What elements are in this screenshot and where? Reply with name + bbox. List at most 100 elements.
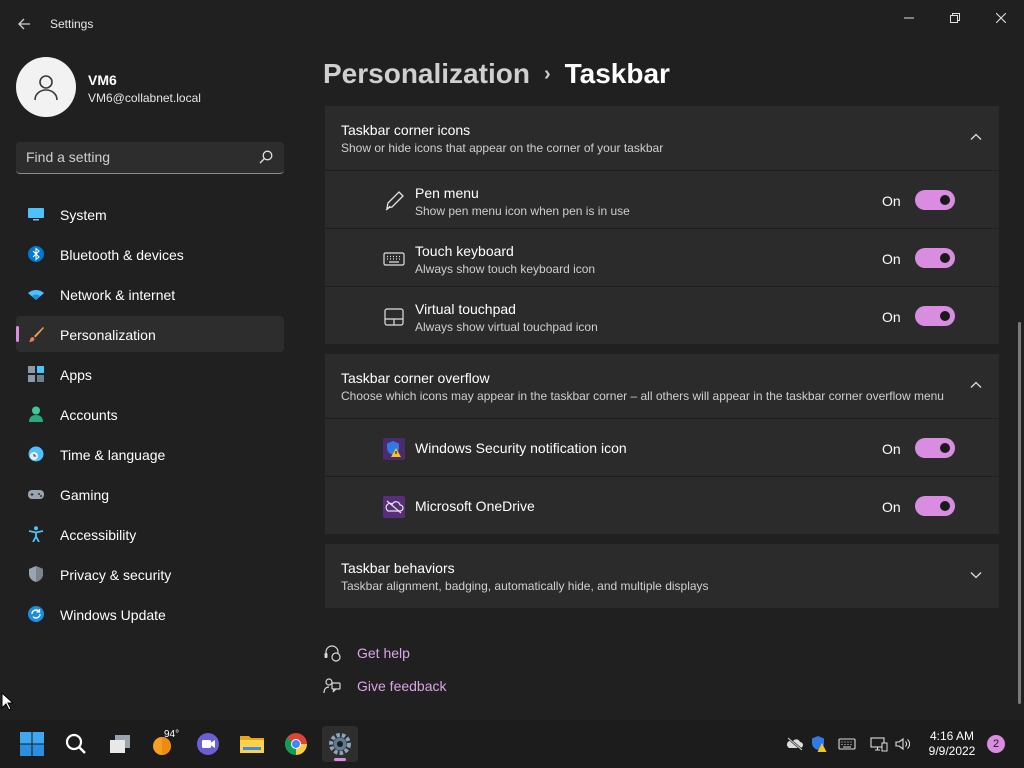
nav-label: Privacy & security (60, 567, 172, 583)
nav-item-accessibility[interactable]: Accessibility (16, 516, 284, 552)
behaviors-header[interactable]: Taskbar behaviors Taskbar alignment, bad… (325, 544, 999, 608)
setting-title: Pen menu (415, 185, 479, 201)
nav-label: Accounts (60, 407, 118, 423)
chevron-up-icon[interactable] (969, 130, 983, 144)
give-feedback-link[interactable]: Give feedback (323, 677, 447, 695)
back-button[interactable] (10, 10, 38, 38)
card-description: Taskbar alignment, badging, automaticall… (341, 579, 709, 593)
title-bar: Settings (0, 0, 1024, 48)
back-arrow-icon (18, 18, 30, 30)
settings-app-button[interactable] (322, 726, 358, 762)
nav-item-personalization[interactable]: Personalization (16, 316, 284, 352)
setting-description: Always show virtual touchpad icon (415, 320, 598, 334)
nav-label: Gaming (60, 487, 110, 503)
chevron-down-icon[interactable] (969, 568, 983, 582)
pen-icon (385, 191, 404, 211)
brush-icon (29, 327, 44, 342)
windows-security-toggle[interactable] (915, 438, 955, 458)
corner-icons-header[interactable]: Taskbar corner icons Show or hide icons … (325, 106, 999, 170)
pen-menu-toggle[interactable] (915, 190, 955, 210)
shield-icon (29, 566, 43, 582)
nav-label: Bluetooth & devices (60, 247, 184, 263)
keyboard-tray-icon[interactable] (838, 735, 856, 753)
windows-security-tray-icon[interactable] (810, 735, 828, 753)
toggle-state-label: On (882, 441, 901, 457)
system-clock[interactable]: 4:16 AM 9/9/2022 (920, 729, 984, 759)
get-help-text: Get help (357, 645, 410, 661)
nav-item-apps[interactable]: Apps (16, 356, 284, 392)
network-icon[interactable] (870, 735, 888, 753)
get-help-link[interactable]: Get help (323, 644, 410, 662)
search-box[interactable] (16, 142, 284, 174)
nav-item-gaming[interactable]: Gaming (16, 476, 284, 512)
card-description: Choose which icons may appear in the tas… (341, 389, 944, 403)
clock-globe-icon (28, 446, 44, 462)
volume-icon[interactable] (894, 735, 912, 753)
toggle-knob (940, 501, 950, 511)
chrome-button[interactable] (278, 726, 314, 762)
close-icon (996, 13, 1006, 23)
user-name: VM6 (88, 72, 117, 88)
virtual-touchpad-toggle[interactable] (915, 306, 955, 326)
user-email: VM6@collabnet.local (88, 91, 201, 105)
setting-row-pen-menu: Pen menu Show pen menu icon when pen is … (325, 170, 999, 228)
search-icon[interactable] (258, 149, 274, 165)
toggle-state-label: On (882, 251, 901, 267)
toggle-knob (940, 253, 950, 263)
windows-security-icon (383, 438, 405, 460)
onedrive-toggle[interactable] (915, 496, 955, 516)
file-explorer-button[interactable] (234, 726, 270, 762)
behaviors-card[interactable]: Taskbar behaviors Taskbar alignment, bad… (325, 544, 999, 608)
task-view-icon (110, 735, 130, 753)
touch-keyboard-toggle[interactable] (915, 248, 955, 268)
clock-time: 4:16 AM (929, 729, 975, 743)
nav-label: Personalization (60, 327, 156, 343)
task-view-button[interactable] (102, 726, 138, 762)
minimize-icon (904, 17, 914, 19)
chat-icon (197, 733, 219, 755)
start-button[interactable] (14, 726, 50, 762)
setting-description: Show pen menu icon when pen is in use (415, 204, 630, 218)
nav-item-time-language[interactable]: Time & language (16, 436, 284, 472)
setting-row-touch-keyboard: Touch keyboard Always show touch keyboar… (325, 228, 999, 286)
nav-label: System (60, 207, 107, 223)
gamepad-icon (28, 490, 44, 499)
setting-row-windows-security: Windows Security notification icon On (325, 418, 999, 476)
feedback-icon (323, 678, 341, 694)
onedrive-icon (383, 496, 405, 518)
toggle-knob (940, 195, 950, 205)
setting-description: Always show touch keyboard icon (415, 262, 596, 276)
nav-item-windows-update[interactable]: Windows Update (16, 596, 284, 632)
chevron-up-icon[interactable] (969, 378, 983, 392)
apps-icon (28, 366, 44, 382)
close-button[interactable] (978, 4, 1024, 32)
notification-badge[interactable]: 2 (987, 735, 1005, 753)
nav-item-system[interactable]: System (16, 196, 284, 232)
monitor-icon (28, 208, 44, 221)
minimize-button[interactable] (886, 4, 932, 32)
corner-overflow-header[interactable]: Taskbar corner overflow Choose which ico… (325, 354, 999, 418)
nav-label: Apps (60, 367, 92, 383)
nav-item-accounts[interactable]: Accounts (16, 396, 284, 432)
weather-temperature: 94° (164, 729, 180, 740)
toggle-knob (940, 443, 950, 453)
onedrive-offline-icon[interactable] (786, 735, 804, 753)
card-title: Taskbar corner icons (341, 122, 471, 138)
nav-item-bluetooth[interactable]: Bluetooth & devices (16, 236, 284, 272)
search-input[interactable] (26, 149, 246, 165)
wifi-icon (28, 290, 44, 300)
card-title: Taskbar corner overflow (341, 370, 490, 386)
accessibility-icon (28, 526, 44, 542)
breadcrumb-parent[interactable]: Personalization (323, 58, 530, 89)
scrollbar[interactable] (1018, 322, 1021, 704)
nav-item-privacy[interactable]: Privacy & security (16, 556, 284, 592)
page-title: Taskbar (564, 58, 670, 89)
taskbar-search-button[interactable] (58, 726, 94, 762)
nav-item-network[interactable]: Network & internet (16, 276, 284, 312)
toggle-state-label: On (882, 499, 901, 515)
setting-title: Microsoft OneDrive (415, 498, 535, 514)
avatar[interactable] (16, 57, 76, 117)
teams-chat-button[interactable] (190, 726, 226, 762)
restore-button[interactable] (932, 4, 978, 32)
windows-logo-icon (20, 732, 44, 756)
